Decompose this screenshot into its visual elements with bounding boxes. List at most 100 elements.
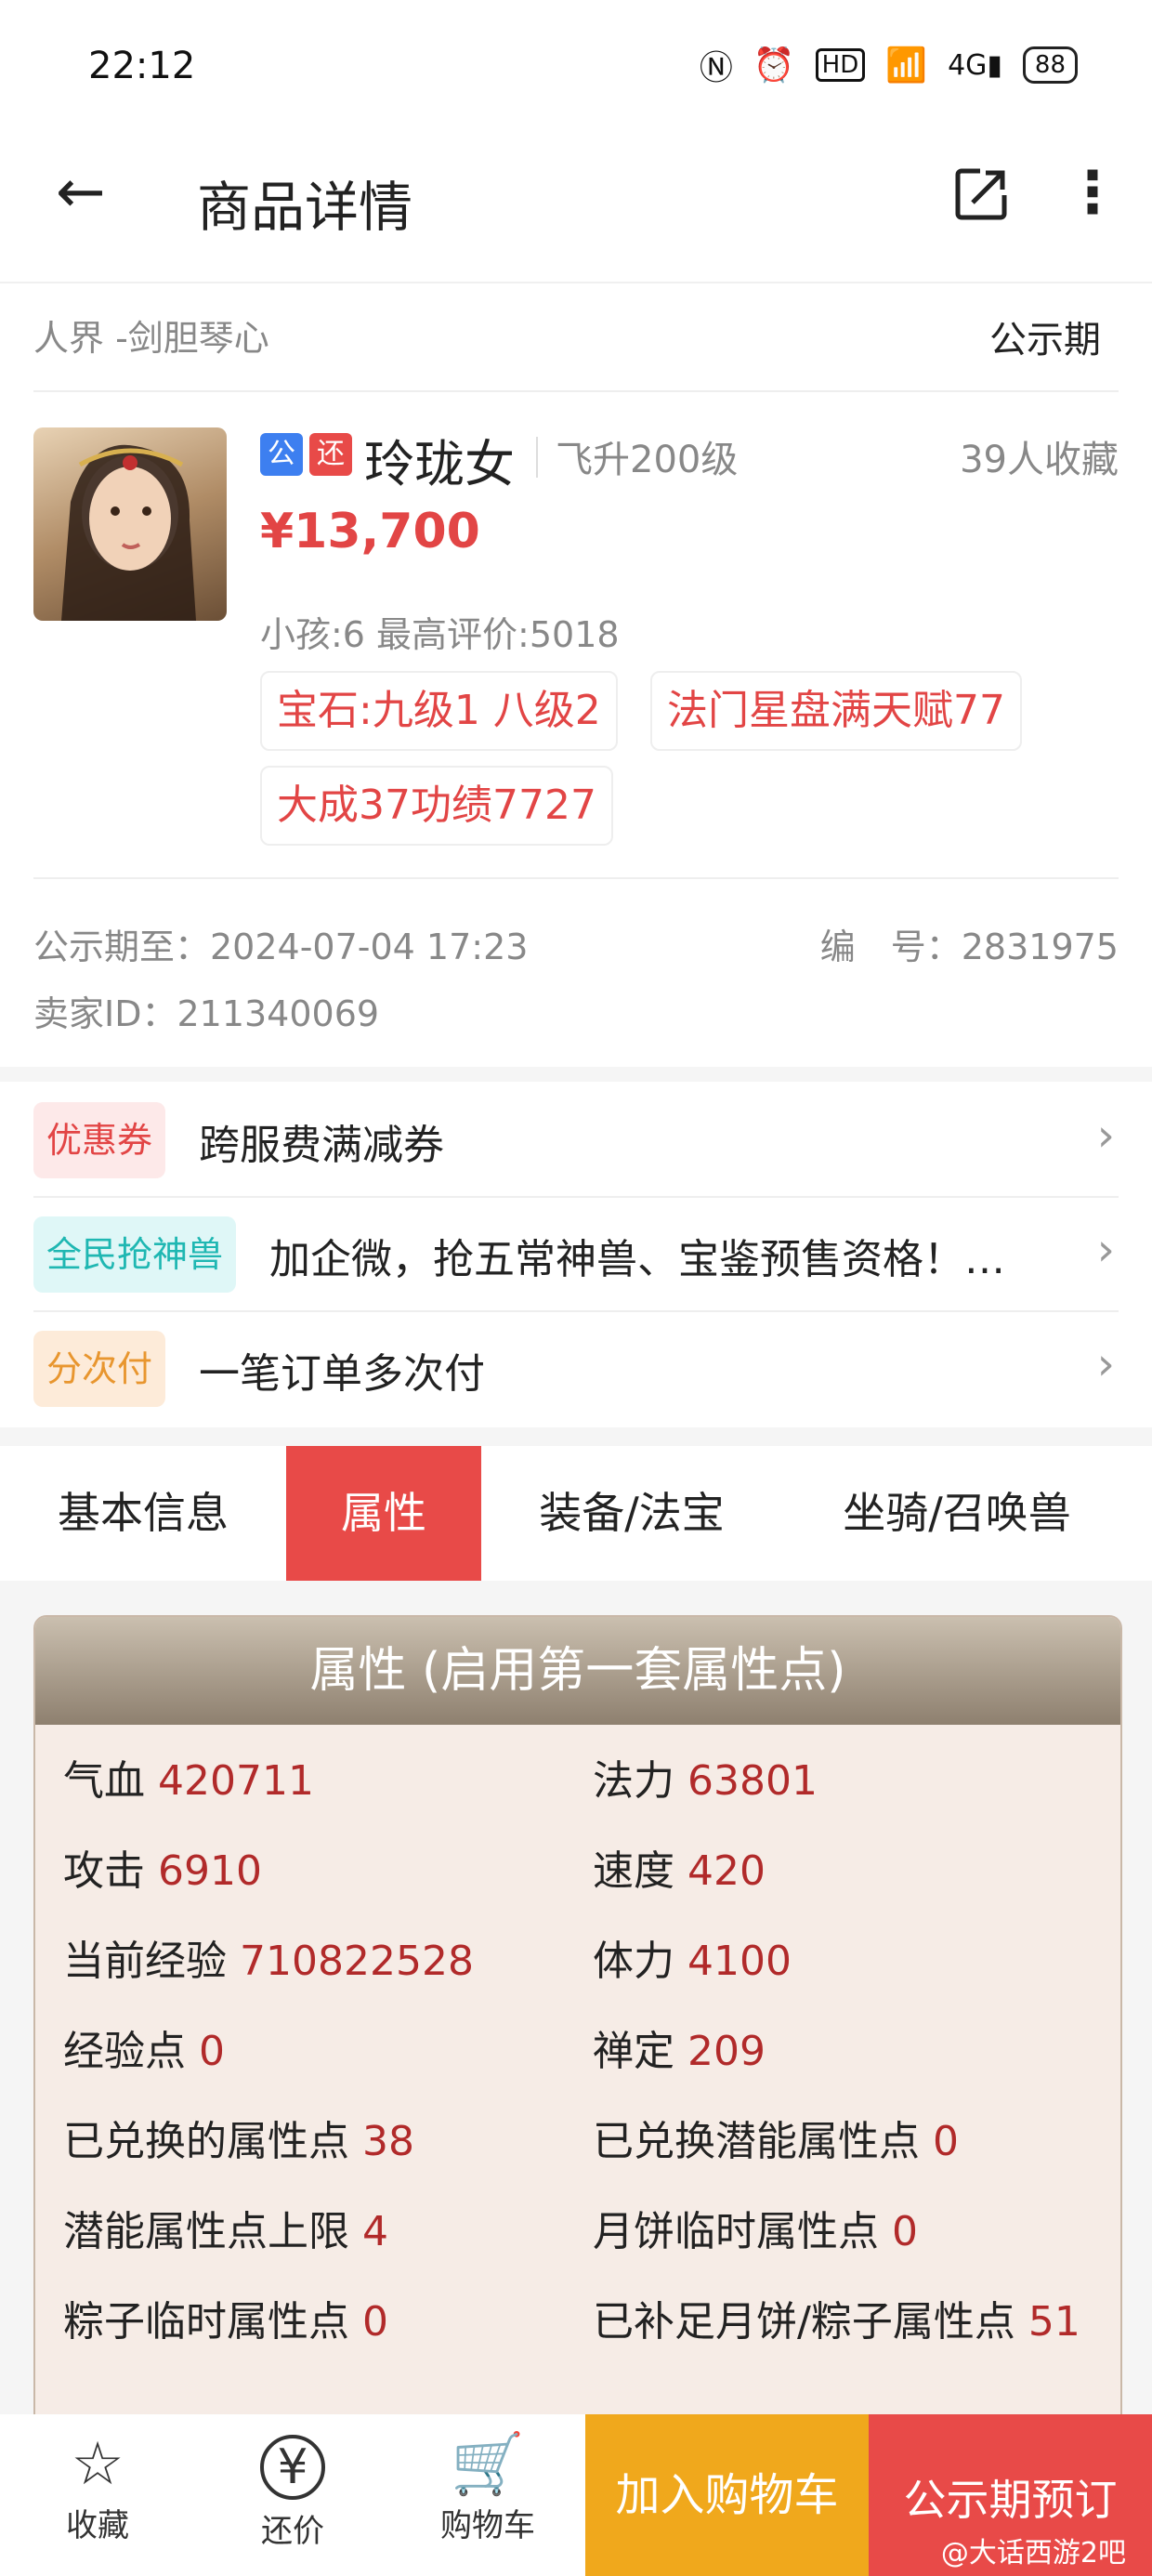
public-period: 公示期至：2024-07-04 17:23 xyxy=(33,927,529,967)
item-summary: 小孩:6 最高评价:5018 xyxy=(260,614,620,655)
hd-icon: HD xyxy=(815,48,866,82)
share-icon[interactable] xyxy=(952,165,1010,223)
attribute-label: 气血 xyxy=(63,1757,145,1805)
divider xyxy=(33,390,1119,392)
attribute-label: 潜能属性点上限 xyxy=(63,2208,349,2255)
cart-label: 购物车 xyxy=(440,2507,535,2544)
bargain-badge: 还 xyxy=(309,433,352,476)
attribute-label: 当前经验 xyxy=(63,1938,227,1985)
attribute-label: 经验点 xyxy=(63,2028,186,2075)
highlight-tag: 大成37功绩7727 xyxy=(260,766,613,846)
attribute-item: 潜能属性点上限 4 xyxy=(63,2198,388,2257)
attribute-item: 已兑换潜能属性点 0 xyxy=(593,2108,959,2167)
attribute-value: 38 xyxy=(362,2118,414,2165)
star-icon: ☆ xyxy=(71,2430,124,2499)
public-badge: 公 xyxy=(260,433,303,476)
attribute-value: 420 xyxy=(687,1847,766,1895)
battery-icon: 88 xyxy=(1022,46,1078,84)
promo-installment[interactable]: 分次付 一笔订单多次付 › xyxy=(0,1312,1152,1426)
nfc-icon: Ⓝ xyxy=(699,49,733,87)
detail-tabs: 基本信息 属性 装备/法宝 坐骑/召唤兽 xyxy=(0,1446,1152,1581)
promo-text: 加企微，抢五常神兽、宝鉴预售资格！… xyxy=(269,1236,1005,1283)
attribute-item: 已兑换的属性点 38 xyxy=(63,2108,414,2167)
attribute-item: 攻击 6910 xyxy=(63,1837,262,1897)
chevron-right-icon: › xyxy=(1096,1224,1115,1276)
favorite-button[interactable]: ☆ 收藏 xyxy=(37,2414,158,2576)
attribute-label: 攻击 xyxy=(63,1847,145,1895)
character-avatar[interactable] xyxy=(33,427,227,621)
promo-tag: 分次付 xyxy=(33,1331,166,1407)
tab-basic-info[interactable]: 基本信息 xyxy=(0,1446,286,1581)
page-title: 商品详情 xyxy=(197,176,413,239)
attribute-label: 速度 xyxy=(593,1847,674,1895)
section-gap xyxy=(0,1427,1152,1446)
cart-button[interactable]: 🛒 购物车 xyxy=(427,2414,548,2576)
attribute-value: 6910 xyxy=(158,1847,262,1895)
chevron-right-icon: › xyxy=(1096,1110,1115,1162)
attribute-item: 粽子临时属性点 0 xyxy=(63,2288,388,2347)
divider xyxy=(536,437,538,478)
attribute-label: 粽子临时属性点 xyxy=(63,2298,349,2346)
attribute-panel: 属性 (启用第一套属性点) 气血 420711 法力 63801 攻击 6910 速度… xyxy=(33,1615,1122,2451)
attribute-value: 4 xyxy=(362,2208,388,2255)
attribute-value: 51 xyxy=(1028,2298,1080,2346)
attribute-value: 4100 xyxy=(687,1938,792,1985)
status-bar: 22:12 Ⓝ ⏰ HD 📶 4G▮ 88 xyxy=(0,0,1152,139)
tab-attributes[interactable]: 属性 xyxy=(286,1446,481,1581)
promo-text: 跨服费满减券 xyxy=(199,1122,444,1169)
favorite-count: 39人收藏 xyxy=(960,439,1119,481)
attribute-item: 法力 63801 xyxy=(593,1747,818,1807)
yen-coin-icon: ¥ xyxy=(260,2435,325,2500)
attribute-item: 经验点 0 xyxy=(63,2017,225,2077)
attribute-item: 当前经验 710822528 xyxy=(63,1927,474,1987)
highlight-tag: 法门星盘满天赋77 xyxy=(650,671,1022,751)
attribute-value: 0 xyxy=(933,2118,959,2165)
attribute-label: 已补足月饼/粽子属性点 xyxy=(593,2298,1015,2346)
sale-stage: 公示期 xyxy=(989,319,1101,361)
serial-number: 编 号：2831975 xyxy=(819,927,1119,967)
attribute-item: 已补足月饼/粽子属性点 51 xyxy=(593,2288,1080,2347)
watermark: @大话西游2吧 xyxy=(940,2537,1126,2569)
attribute-label: 禅定 xyxy=(593,2028,674,2075)
tab-equipment[interactable]: 装备/法宝 xyxy=(492,1446,771,1581)
attribute-value: 420711 xyxy=(158,1757,314,1805)
app-header: ← 商品详情 ⋮ xyxy=(0,139,1152,283)
seller-id: 卖家ID：211340069 xyxy=(33,993,380,1034)
divider xyxy=(33,877,1119,879)
attribute-value: 710822528 xyxy=(240,1938,474,1985)
wifi-icon: 📶 xyxy=(885,46,928,85)
attribute-item: 速度 420 xyxy=(593,1837,766,1897)
role-name: 玲珑女 xyxy=(364,435,515,493)
promo-text: 一笔订单多次付 xyxy=(199,1350,485,1398)
attribute-label: 已兑换潜能属性点 xyxy=(593,2118,920,2165)
section-gap xyxy=(0,1067,1152,1082)
attribute-item: 体力 4100 xyxy=(593,1927,792,1987)
promo-divine-beast[interactable]: 全民抢神兽 加企微，抢五常神兽、宝鉴预售资格！… › xyxy=(0,1198,1152,1312)
attribute-item: 气血 420711 xyxy=(63,1747,314,1807)
attribute-item: 月饼临时属性点 0 xyxy=(593,2198,918,2257)
role-level: 飞升200级 xyxy=(556,439,739,481)
attribute-label: 已兑换的属性点 xyxy=(63,2118,349,2165)
attribute-label: 体力 xyxy=(593,1938,674,1985)
attribute-panel-title: 属性 (启用第一套属性点) xyxy=(35,1617,1120,1725)
attribute-value: 0 xyxy=(892,2208,918,2255)
back-arrow-icon[interactable]: ← xyxy=(56,163,106,222)
attribute-value: 0 xyxy=(199,2028,225,2075)
bargain-label: 还价 xyxy=(261,2513,324,2550)
status-time: 22:12 xyxy=(88,45,196,87)
attribute-value: 63801 xyxy=(687,1757,818,1805)
attribute-value: 209 xyxy=(687,2028,766,2075)
attribute-label: 法力 xyxy=(593,1757,674,1805)
promo-coupon[interactable]: 优惠券 跨服费满减券 › xyxy=(0,1084,1152,1198)
favorite-label: 收藏 xyxy=(66,2507,129,2544)
cart-icon: 🛒 xyxy=(451,2430,525,2499)
server-name: 人界 -剑胆琴心 xyxy=(33,318,269,359)
price: ¥13,700 xyxy=(260,504,480,559)
add-to-cart-button[interactable]: 加入购物车 xyxy=(585,2414,869,2576)
tab-mount-summon[interactable]: 坐骑/召唤兽 xyxy=(799,1446,1115,1581)
more-menu-icon[interactable]: ⋮ xyxy=(1064,164,1121,221)
bargain-button[interactable]: ¥ 还价 xyxy=(232,2414,353,2576)
highlight-tag: 宝石:九级1 八级2 xyxy=(260,671,618,751)
promo-tag: 优惠券 xyxy=(33,1102,166,1178)
alarm-icon: ⏰ xyxy=(753,46,795,85)
